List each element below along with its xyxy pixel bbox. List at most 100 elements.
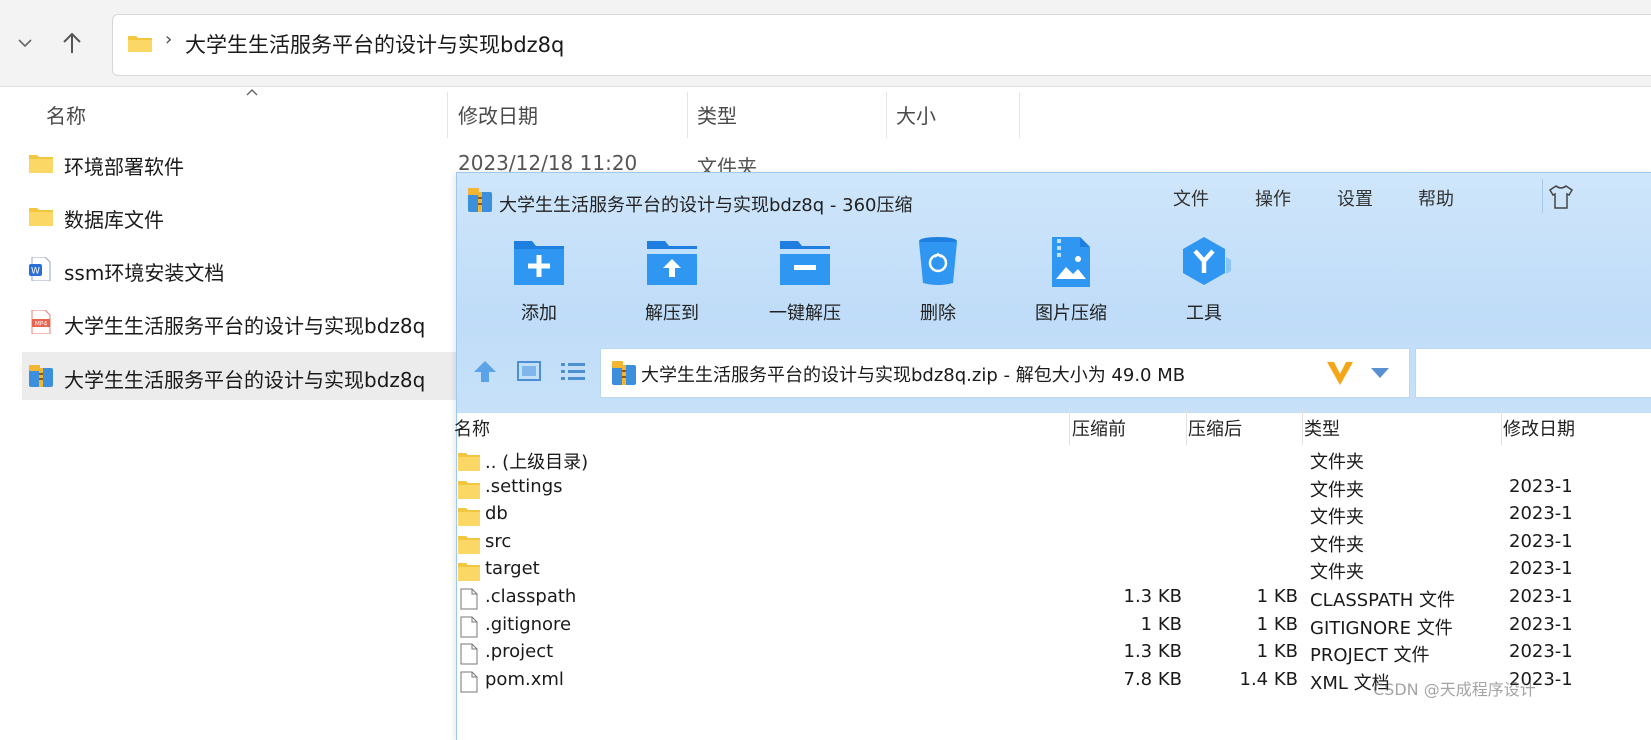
archive-path-bar[interactable]: 大学生生活服务平台的设计与实现bdz8q.zip - 解包大小为 49.0 MB	[600, 348, 1410, 398]
image-compress-button[interactable]: 图片压缩	[1011, 235, 1131, 327]
archive-row[interactable]: target 文件夹 2023-1	[457, 557, 1651, 585]
tools-label: 工具	[1186, 303, 1222, 324]
column-header-size[interactable]: 大小	[896, 100, 936, 129]
zip-column-header-before[interactable]: 压缩前	[1072, 415, 1126, 441]
extract-to-button[interactable]: 解压到	[612, 235, 732, 327]
column-divider[interactable]	[447, 92, 448, 138]
extract-to-label: 解压到	[645, 303, 699, 324]
zip-column-header-after[interactable]: 压缩后	[1188, 415, 1242, 441]
column-divider[interactable]	[886, 92, 887, 138]
archive-row[interactable]: .gitignore 1 KB 1 KB GITIGNORE 文件 2023-1	[457, 613, 1651, 641]
up-arrow-icon[interactable]	[55, 26, 89, 60]
archive-row-type: CLASSPATH 文件	[1310, 590, 1456, 611]
file-icon	[460, 588, 478, 610]
window-title: 大学生生活服务平台的设计与实现bdz8q - 360压缩	[499, 195, 913, 216]
verified-v-icon[interactable]	[1325, 358, 1355, 388]
add-label: 添加	[521, 303, 557, 324]
archive-row-type: 文件夹	[1310, 479, 1364, 501]
watermark: CSDN @天成程序设计	[1373, 680, 1536, 699]
archive-row-name: pom.xml	[485, 668, 564, 690]
menu-help[interactable]: 帮助	[1418, 185, 1454, 211]
tools-icon	[1183, 237, 1231, 285]
archive-row-type: 文件夹	[1310, 534, 1364, 556]
column-divider[interactable]	[1019, 92, 1020, 138]
menu-settings[interactable]: 设置	[1337, 185, 1373, 211]
word-doc-icon: W	[29, 257, 51, 281]
column-divider[interactable]	[1069, 409, 1070, 445]
delete-label: 删除	[920, 303, 956, 324]
one-click-extract-icon	[780, 241, 830, 285]
file-row[interactable]: 数据库文件	[22, 192, 474, 240]
archive-row-name: .gitignore	[485, 613, 572, 635]
archive-row[interactable]: src 文件夹 2023-1	[457, 530, 1651, 558]
archive-row-date: 2023-1	[1509, 558, 1573, 580]
add-button[interactable]: 添加	[479, 235, 599, 327]
archive-path-text: 大学生生活服务平台的设计与实现bdz8q.zip - 解包大小为 49.0 MB	[641, 365, 1186, 386]
column-divider[interactable]	[687, 92, 688, 138]
skin-shirt-icon[interactable]	[1547, 183, 1575, 211]
file-row[interactable]: 环境部署软件	[22, 139, 474, 187]
file-name: ssm环境安装文档	[64, 261, 225, 285]
archive-row-size-before: 1.3 KB	[1123, 641, 1183, 663]
archive-row[interactable]: .. (上级目录) 文件夹	[457, 447, 1651, 475]
archive-row-size-after: 1 KB	[1256, 586, 1298, 607]
column-header-type[interactable]: 类型	[697, 100, 737, 129]
menu-divider	[1542, 179, 1543, 213]
archive-row-name: target	[485, 558, 540, 580]
archive-row-type: 文件夹	[1310, 452, 1364, 473]
zip-archive-icon	[29, 365, 53, 387]
column-divider[interactable]	[1501, 409, 1502, 445]
column-divider[interactable]	[1186, 409, 1187, 445]
folder-icon	[29, 208, 53, 226]
archive-row[interactable]: .project 1.3 KB 1 KB PROJECT 文件 2023-1	[457, 640, 1651, 668]
archive-row-date: 2023-1	[1509, 641, 1573, 663]
folder-icon	[458, 480, 480, 499]
archive-row[interactable]: .settings 文件夹 2023-1	[457, 475, 1651, 503]
archive-row-date: 2023-1	[1509, 503, 1573, 525]
archive-row[interactable]: db 文件夹 2023-1	[457, 502, 1651, 530]
explorer-toolbar: › 大学生生活服务平台的设计与实现bdz8q	[0, 0, 1651, 87]
menu-operate[interactable]: 操作	[1255, 185, 1291, 211]
folder-icon	[458, 563, 480, 582]
archive-row-name: .. (上级目录)	[485, 452, 589, 473]
dropdown-arrow-icon[interactable]	[1369, 365, 1391, 381]
archive-row-name: .settings	[485, 475, 563, 497]
360-zip-logo-icon	[468, 188, 492, 212]
tools-button[interactable]: 工具	[1144, 235, 1264, 327]
file-icon	[460, 616, 478, 638]
delete-button[interactable]: 删除	[878, 235, 998, 327]
folder-icon	[458, 508, 480, 527]
thumbnail-view-icon[interactable]	[513, 355, 545, 387]
zip-column-header-type[interactable]: 类型	[1304, 415, 1340, 441]
file-name: 大学生生活服务平台的设计与实现bdz8q	[64, 314, 426, 338]
archive-row-date: 2023-1	[1509, 475, 1573, 497]
file-name: 数据库文件	[64, 208, 164, 232]
one-click-extract-button[interactable]: 一键解压	[745, 235, 865, 327]
archive-row[interactable]: .classpath 1.3 KB 1 KB CLASSPATH 文件 2023…	[457, 585, 1651, 613]
zip-column-header-modified[interactable]: 修改日期	[1503, 415, 1575, 441]
mp4-file-icon: MP4	[31, 310, 51, 334]
file-row[interactable]: MP4 大学生生活服务平台的设计与实现bdz8q	[22, 298, 474, 346]
menu-file[interactable]: 文件	[1173, 185, 1209, 211]
svg-text:MP4: MP4	[35, 321, 48, 328]
recent-locations-chevron-icon[interactable]	[8, 26, 42, 60]
zip-window-header: 大学生生活服务平台的设计与实现bdz8q - 360压缩 文件 操作 设置 帮助…	[457, 173, 1651, 413]
archive-row-name: db	[485, 503, 508, 525]
archive-search-input[interactable]	[1415, 348, 1651, 398]
file-row-selected[interactable]: 大学生生活服务平台的设计与实现bdz8q	[22, 352, 474, 400]
archive-row-size-after: 1.4 KB	[1239, 668, 1299, 690]
column-header-modified[interactable]: 修改日期	[458, 100, 538, 129]
archive-row-date: 2023-1	[1509, 530, 1573, 552]
column-divider[interactable]	[1302, 409, 1303, 445]
zip-archive-icon	[612, 361, 636, 385]
file-name: 环境部署软件	[64, 155, 184, 179]
breadcrumb[interactable]: 大学生生活服务平台的设计与实现bdz8q	[185, 29, 564, 59]
file-row[interactable]: W ssm环境安装文档	[22, 245, 474, 293]
column-header-name[interactable]: 名称	[46, 100, 86, 129]
folder-icon	[128, 36, 152, 52]
up-level-arrow-icon[interactable]	[469, 355, 501, 387]
zip-column-header-name[interactable]: 名称	[454, 415, 490, 441]
address-bar[interactable]: › 大学生生活服务平台的设计与实现bdz8q	[112, 14, 1651, 76]
list-view-icon[interactable]	[557, 355, 589, 387]
archive-row-size-before: 7.8 KB	[1123, 668, 1183, 690]
